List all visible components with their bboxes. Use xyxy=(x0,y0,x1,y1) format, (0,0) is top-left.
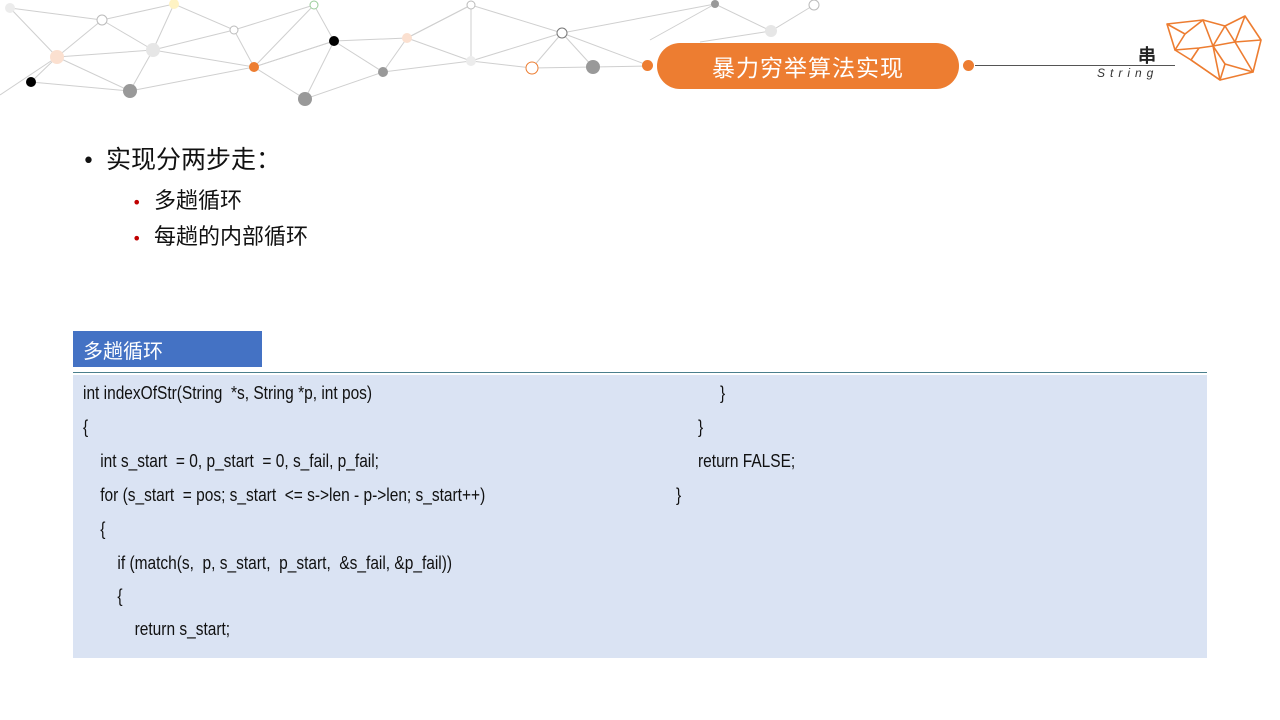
slide-title: 暴力穷举算法实现 xyxy=(657,43,959,89)
code-tab-divider xyxy=(73,372,1207,373)
bullet-sub-1: • 多趟循环 xyxy=(132,189,243,214)
code-line: int s_start = 0, p_start = 0, s_fail, p_… xyxy=(83,451,379,471)
code-line: } xyxy=(720,383,726,403)
code-line: } xyxy=(676,485,682,505)
code-block: int indexOfStr(String *s, String *p, int… xyxy=(73,375,1207,658)
code-line: return s_start; xyxy=(83,619,231,639)
code-tab-label: 多趟循环 xyxy=(73,331,262,367)
brand-title: 串 xyxy=(1138,46,1156,67)
code-line: int indexOfStr(String *s, String *p, int… xyxy=(83,383,373,403)
code-line: if (match(s, p, s_start, p_start, &s_fai… xyxy=(83,553,453,573)
code-line: } xyxy=(698,417,704,437)
code-line: return FALSE; xyxy=(698,451,796,471)
code-line: { xyxy=(83,417,89,437)
brand-subtitle: String xyxy=(1097,66,1159,80)
code-line: { xyxy=(83,586,123,606)
bullet-dot: • xyxy=(82,149,95,174)
bullet-sub-2: • 每趟的内部循环 xyxy=(132,225,309,250)
code-line: { xyxy=(83,519,106,539)
bullet-dot-red: • xyxy=(132,193,142,212)
bullet-dot-red: • xyxy=(132,229,142,248)
polygon-fox-logo-icon xyxy=(1166,15,1262,81)
code-line: for (s_start = pos; s_start <= s->len - … xyxy=(83,485,486,505)
bullet-main: • 实现分两步走： xyxy=(82,145,282,174)
title-right-dot xyxy=(963,60,974,71)
title-left-dot xyxy=(642,60,653,71)
